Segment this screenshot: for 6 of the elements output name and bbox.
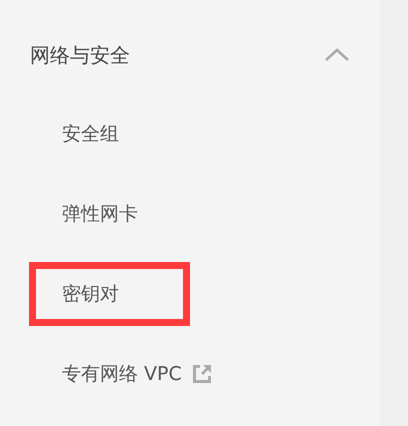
menu-item[interactable]: 专有网络 VPC [29,342,245,406]
menu-group-title: 网络与安全 [30,42,130,68]
menu-item[interactable]: 安全组 [29,102,190,166]
menu-item[interactable]: 密钥对 [29,262,190,326]
menu-group-header[interactable]: 网络与安全 [0,35,380,75]
menu-item[interactable]: 弹性网卡 [29,182,190,246]
